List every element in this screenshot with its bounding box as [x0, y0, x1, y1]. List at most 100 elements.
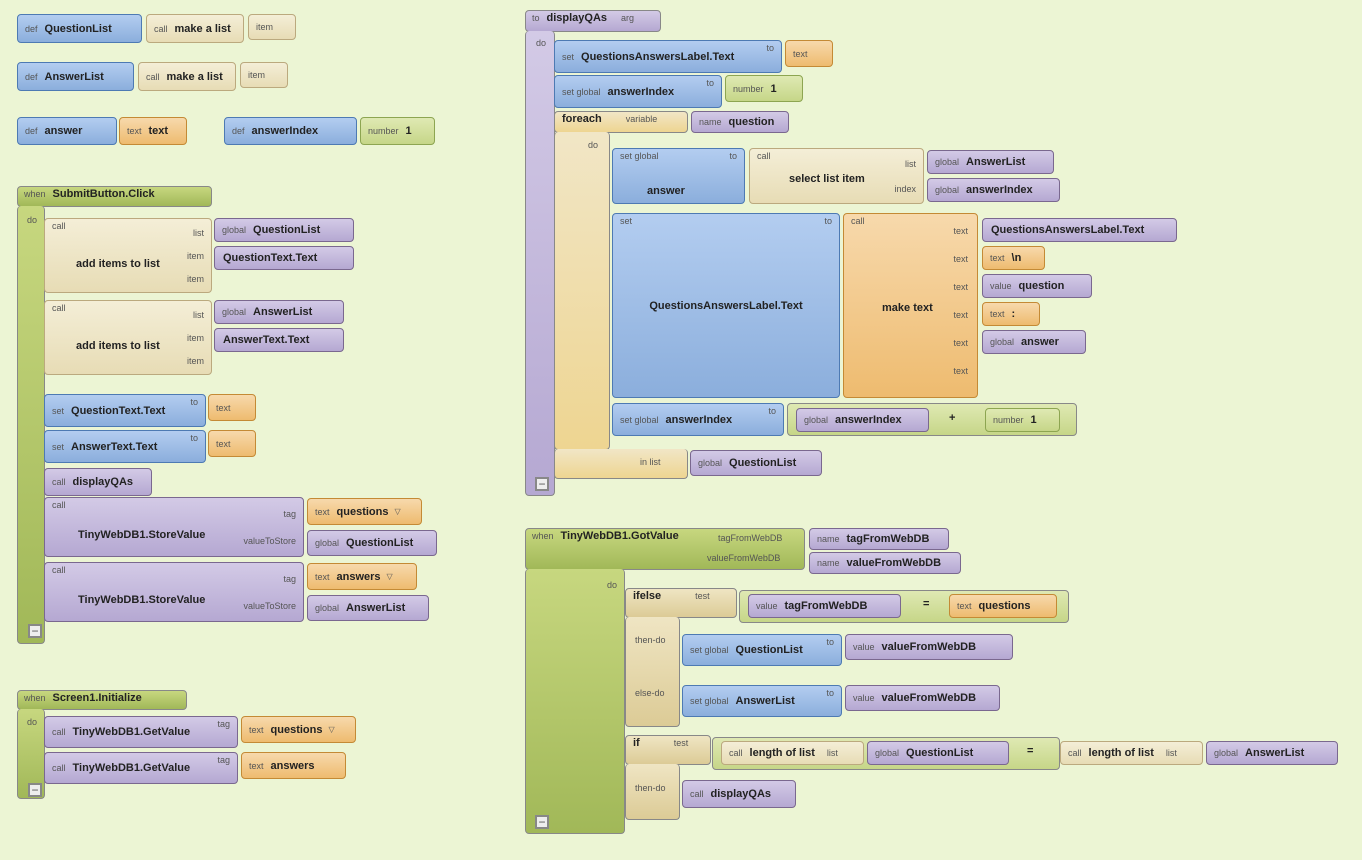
text-literal-1[interactable]: texttext [119, 117, 187, 145]
global-answerlist-3[interactable]: globalAnswerList [927, 150, 1054, 174]
text-literal-empty-3[interactable]: text [785, 40, 833, 67]
global-answerlist-4[interactable]: globalAnswerList [1206, 741, 1338, 765]
value-valuefromwebdb-1[interactable]: valuevalueFromWebDB [845, 634, 1013, 660]
kw-global: global [932, 185, 962, 195]
text-answers-2[interactable]: textanswers [241, 752, 346, 779]
kw-def: def [22, 72, 41, 82]
collapse-box-2[interactable]: − [28, 783, 42, 797]
text-newline[interactable]: text\n [982, 246, 1045, 270]
call-displayqas-2[interactable]: calldisplayQAs [682, 780, 796, 808]
arg-valuefromwebdb[interactable]: namevalueFromWebDB [809, 552, 961, 574]
global-answerlist-2[interactable]: globalAnswerList [307, 595, 429, 621]
global-questionlist-2[interactable]: globalQuestionList [307, 530, 437, 556]
global-answerindex-1[interactable]: globalanswerIndex [927, 178, 1060, 202]
number-1-b[interactable]: number1 [725, 75, 803, 102]
item-socket-2[interactable]: item [240, 62, 288, 88]
when-gotvalue-label: whenTinyWebDB1.GotValue [525, 528, 687, 544]
number-1-c[interactable]: number1 [985, 408, 1060, 432]
length-of-list-1[interactable]: calllength of listlist [721, 741, 864, 765]
add-items-1[interactable]: call list item item [44, 218, 212, 293]
setglobal-answerindex-1[interactable]: set globalanswerIndexto [554, 75, 722, 108]
dropdown-icon: ▽ [385, 572, 393, 581]
global-answerindex-2[interactable]: globalanswerIndex [796, 408, 929, 432]
length-of-list-2[interactable]: calllength of listlist [1060, 741, 1203, 765]
arg-tagfromwebdb[interactable]: nametagFromWebDB [809, 528, 949, 550]
when-screen1-init-label: whenScreen1.Initialize [17, 690, 150, 706]
v: AnswerText.Text [67, 441, 161, 453]
getvalue-2[interactable]: callTinyWebDB1.GetValuetag [44, 752, 238, 784]
value-tagfromwebdb[interactable]: valuetagFromWebDB [748, 594, 901, 618]
item-socket-1[interactable]: item [248, 14, 296, 40]
kw-tag: tag [280, 574, 299, 584]
when-submit-click-label: whenSubmitButton.Click [17, 186, 163, 202]
global-answer-1[interactable]: globalanswer [982, 330, 1086, 354]
kw-setglobal: set global [687, 645, 732, 655]
def-answerlist[interactable]: defAnswerList [17, 62, 134, 91]
storevalue-2[interactable]: call tag valueToStore [44, 562, 304, 622]
setglobal-answerindex-2[interactable]: set globalanswerIndexto [612, 403, 784, 436]
kw-global: global [1211, 748, 1241, 758]
call-displayqas-1[interactable]: calldisplayQAs [44, 468, 152, 496]
text-questions-2[interactable]: textquestions▽ [241, 716, 356, 743]
kw-call: call [49, 221, 69, 231]
text-answers-1[interactable]: textanswers▽ [307, 563, 417, 590]
kw-list: list [819, 748, 841, 758]
kw-do: do [533, 38, 549, 48]
add-items-2[interactable]: call list item item [44, 300, 212, 375]
kw-text: text [954, 601, 975, 611]
foreach-var[interactable]: namequestion [691, 111, 789, 133]
getvalue-1[interactable]: callTinyWebDB1.GetValuetag [44, 716, 238, 748]
setglobal-answer[interactable]: set globalanswerto [612, 148, 745, 204]
number-1-a[interactable]: number1 [360, 117, 435, 145]
kw-when: when [21, 189, 49, 199]
text-literal-empty-1[interactable]: text [208, 394, 256, 421]
qalabel-ref[interactable]: QuestionsAnswersLabel.Text [982, 218, 1177, 242]
kw-thendo: then-do [632, 635, 669, 645]
global-answerlist-1[interactable]: globalAnswerList [214, 300, 344, 324]
collapse-box-1[interactable]: − [28, 624, 42, 638]
kw-list: list [190, 228, 207, 238]
v: questions [975, 600, 1035, 612]
value-question[interactable]: valuequestion [982, 274, 1092, 298]
evt: Screen1.Initialize [49, 692, 146, 704]
kw-text: text [950, 226, 971, 236]
v: question [1015, 280, 1069, 292]
def-answer[interactable]: defanswer [17, 117, 117, 145]
text-questions-3[interactable]: textquestions [949, 594, 1057, 618]
kw-text: text [246, 725, 267, 735]
make-a-list-1[interactable]: callmake a list [146, 14, 244, 43]
set-qalabel-1[interactable]: setQuestionsAnswersLabel.Textto [554, 40, 782, 73]
kw-item: item [245, 70, 268, 80]
kw-text: text [246, 761, 267, 771]
questiontext-text-1[interactable]: QuestionText.Text [214, 246, 354, 270]
kw-setglobal: set global [687, 696, 732, 706]
setglobal-questionlist[interactable]: set globalQuestionListto [682, 634, 842, 666]
v: answerIndex [962, 184, 1037, 196]
set-answertext[interactable]: setAnswerText.Textto [44, 430, 206, 463]
global-questionlist-4[interactable]: globalQuestionList [867, 741, 1009, 765]
kw-list: list [902, 159, 919, 169]
global-questionlist-1[interactable]: globalQuestionList [214, 218, 354, 242]
set-qalabel-2[interactable]: setQuestionsAnswersLabel.Textto [612, 213, 840, 398]
collapse-box-4[interactable]: − [535, 815, 549, 829]
kw-elsedo: else-do [632, 688, 668, 698]
collapse-box-3[interactable]: − [535, 477, 549, 491]
def-answerindex[interactable]: defanswerIndex [224, 117, 357, 145]
setglobal-answerlist[interactable]: set globalAnswerListto [682, 685, 842, 717]
kw-call: call [687, 789, 707, 799]
text-colon[interactable]: text: [982, 302, 1040, 326]
make-a-list-2[interactable]: callmake a list [138, 62, 236, 91]
n: 1 [402, 125, 416, 137]
value-valuefromwebdb-2[interactable]: valuevalueFromWebDB [845, 685, 1000, 711]
storevalue-1[interactable]: call tag valueToStore [44, 497, 304, 557]
def-questionlist[interactable]: defQuestionList [17, 14, 142, 43]
text-literal-empty-2[interactable]: text [208, 430, 256, 457]
set-questiontext[interactable]: setQuestionText.Textto [44, 394, 206, 427]
add-items-label-2: add items to list [72, 340, 164, 352]
global-questionlist-3[interactable]: globalQuestionList [690, 450, 822, 476]
text-questions-1[interactable]: textquestions▽ [307, 498, 422, 525]
v: questions [333, 506, 393, 518]
kw-value: value [987, 281, 1015, 291]
v: QuestionList [342, 537, 417, 549]
answertext-text-1[interactable]: AnswerText.Text [214, 328, 344, 352]
